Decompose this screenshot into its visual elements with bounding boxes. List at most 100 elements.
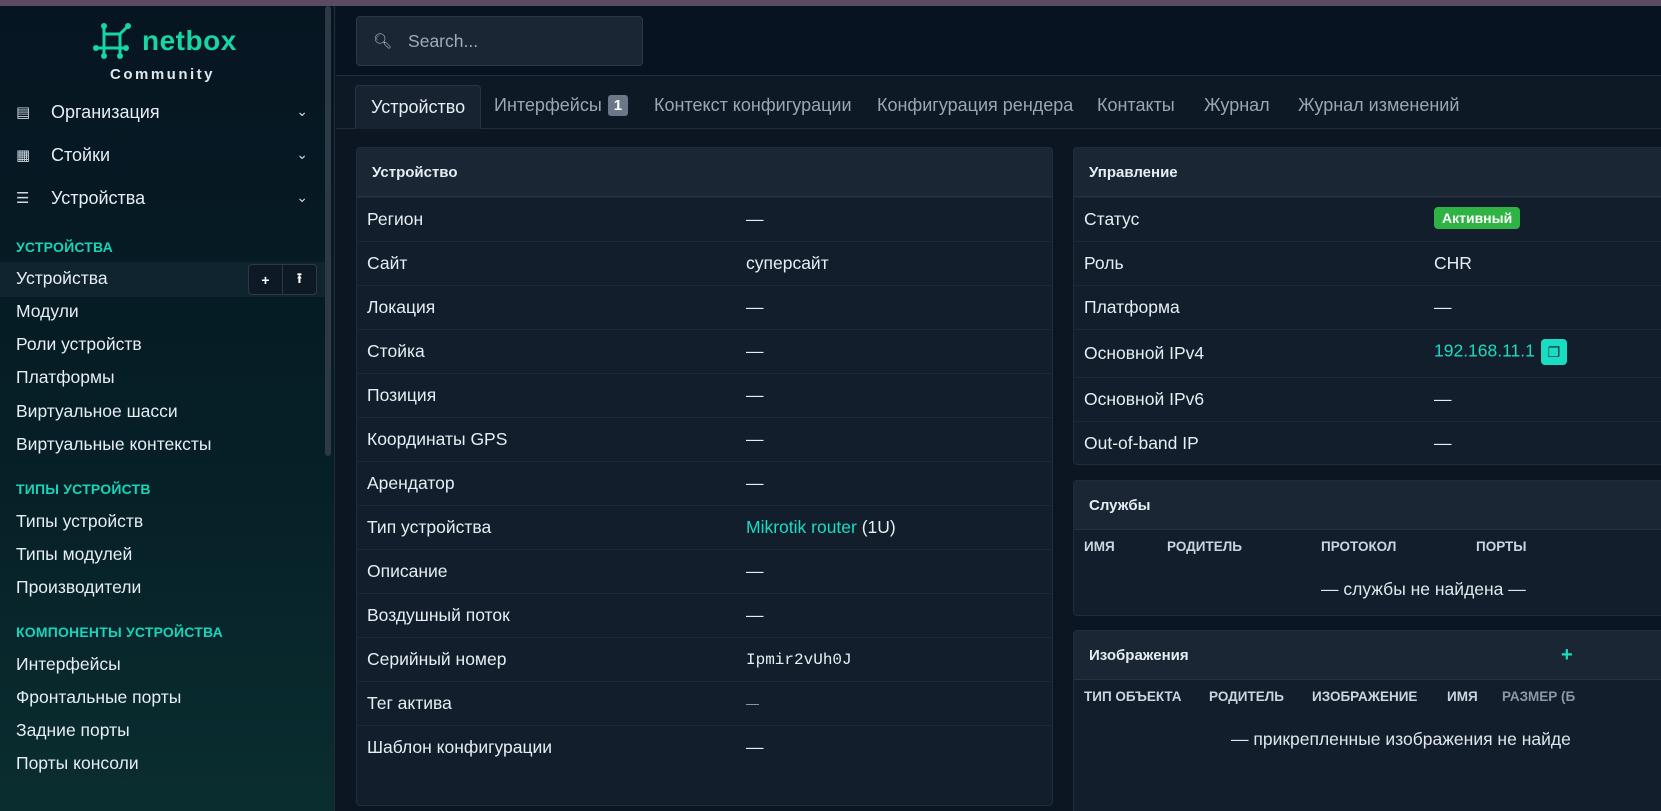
menu-label: Устройства [51,187,146,208]
sidebar-item-manufacturers[interactable]: Производители [16,577,141,598]
role-link[interactable]: CHR [1434,253,1472,274]
tab-contacts[interactable]: Контакты [1097,90,1175,120]
sidebar-item-front-ports[interactable]: Фронтальные порты [16,687,181,708]
row-value: — [746,341,764,361]
menu-label: Стойки [51,144,111,165]
row-value: Mikrotik router (1U) [746,517,896,538]
menu-racks[interactable]: ▦ Стойки ⌄ [0,134,325,176]
services-card: Службы ИМЯ РОДИТЕЛЬ ПРОТОКОЛ ПОРТЫ — слу… [1073,480,1661,616]
device-card: Устройство Регион — Сайт суперсайт Локация… [356,147,1053,806]
tab-interfaces[interactable]: Интерфейсы 1 [494,90,629,120]
sidebar-item-virtual-contexts[interactable]: Виртуальные контексты [16,434,211,455]
top-header: 🔍︎ Search... [336,6,1661,76]
tab-config-context[interactable]: Контекст конфигурации [654,90,852,120]
chevron-down-icon: ⌄ [296,189,308,205]
device-row-description: Описание — [357,549,1052,593]
row-label: Статус [1084,209,1140,229]
row-label: Шаблон конфигурации [367,737,553,757]
column-header[interactable]: ИЗОБРАЖЕНИЕ [1312,689,1417,704]
devices-actions: + ⭱ [248,264,317,295]
brand-name: netbox [142,25,237,56]
tab-label: Конфигурация рендера [877,94,1074,115]
column-header[interactable]: ИМЯ [1447,689,1478,704]
sidebar-item-device-roles[interactable]: Роли устройств [16,334,142,355]
main-content: 🔍︎ Search... Устройство Интерфейсы 1 Конт… [336,6,1661,811]
row-value: — [746,385,764,405]
row-label: Арендатор [367,473,455,493]
management-card-title: Управление [1074,148,1661,197]
tab-label: Устройство [371,97,466,117]
row-label: Воздушный поток [367,605,510,625]
search-input[interactable]: 🔍︎ Search... [356,16,643,66]
mgmt-row-ipv6: Основной IPv6 — [1074,377,1661,421]
images-card-title: Изображения + [1074,631,1661,680]
column-header[interactable]: РОДИТЕЛЬ [1209,689,1284,704]
device-type-link[interactable]: Mikrotik router [746,517,857,537]
device-type-height: (1U) [861,517,896,537]
ipv4-link[interactable]: 192.168.11.1 [1434,341,1535,361]
sidebar-item-rear-ports[interactable]: Задние порты [16,720,130,741]
menu-devices[interactable]: ☰ Устройства ⌄ [0,177,325,219]
row-value: — [1434,297,1452,317]
column-header[interactable]: ПОРТЫ [1476,539,1527,554]
row-value: — [746,297,764,317]
device-row-asset-tag: Тег актива — [357,681,1052,725]
site-link[interactable]: суперсайт [746,253,829,274]
row-label: Описание [367,561,448,581]
device-row-position: Позиция — [357,373,1052,417]
sidebar-item-module-types[interactable]: Типы модулей [16,544,132,565]
sidebar-item-modules[interactable]: Модули [16,301,79,322]
rack-icon: ▦ [16,147,31,164]
copy-icon[interactable]: ❐ [1540,339,1567,365]
device-row-device-type: Тип устройства Mikrotik router (1U) [357,505,1052,549]
row-label: Координаты GPS [367,429,508,449]
sidebar-item-platforms[interactable]: Платформы [16,367,115,388]
column-header[interactable]: РОДИТЕЛЬ [1167,539,1242,554]
section-device-types: ТИПЫ УСТРОЙСТВ [16,481,151,497]
organization-icon: ▤ [16,104,31,121]
sidebar-item-virtual-chassis[interactable]: Виртуальное шасси [16,401,178,422]
import-icon[interactable]: ⭱ [282,265,316,294]
netbox-logo[interactable]: netbox [92,20,237,62]
row-value: — [1434,389,1452,409]
column-header[interactable]: ИМЯ [1084,539,1115,554]
row-label: Out-of-band IP [1084,433,1199,453]
device-row-location: Локация — [357,285,1052,329]
device-row-tenant: Арендатор — [357,461,1052,505]
sidebar-item-device-types[interactable]: Типы устройств [16,511,143,532]
column-header[interactable]: РАЗМЕР (Б [1502,689,1575,704]
row-value: — [746,561,764,581]
column-header[interactable]: ПРОТОКОЛ [1321,539,1396,554]
tab-device[interactable]: Устройство [355,85,482,129]
device-card-title: Устройство [357,148,1052,197]
add-image-icon[interactable]: + [1561,644,1573,667]
row-label: Основной IPv6 [1084,389,1205,409]
mgmt-row-status: Статус Активный [1074,197,1661,241]
row-label: Локация [367,297,436,317]
row-label: Тег актива [367,693,452,713]
device-row-serial: Серийный номер Ipmir2vUh0J [357,637,1052,681]
sidebar-item-interfaces[interactable]: Интерфейсы [16,654,121,675]
row-label: Стойка [367,341,425,361]
chevron-down-icon: ⌄ [296,103,308,119]
row-label: Тип устройства [367,517,492,537]
add-icon[interactable]: + [249,265,282,294]
tab-render-config[interactable]: Конфигурация рендера [877,90,1073,120]
tab-journal[interactable]: Журнал [1204,90,1270,120]
device-row-region: Регион — [357,197,1052,241]
images-title-text: Изображения [1089,646,1189,664]
tab-label: Контекст конфигурации [654,94,852,115]
brand-edition: Community [110,66,215,83]
section-devices: УСТРОЙСТВА [16,239,113,255]
column-header[interactable]: ТИП ОБЪЕКТА [1084,689,1182,704]
sidebar-item-devices[interactable]: Устройства [16,268,108,289]
sidebar-scrollbar[interactable] [325,6,331,456]
tab-label: Журнал изменений [1298,94,1460,115]
mgmt-row-role: Роль CHR [1074,241,1661,285]
row-label: Роль [1084,253,1124,273]
row-label: Серийный номер [367,649,507,669]
device-row-rack: Стойка — [357,329,1052,373]
tab-changelog[interactable]: Журнал изменений [1298,90,1459,120]
sidebar-item-console-ports[interactable]: Порты консоли [16,753,139,774]
menu-organization[interactable]: ▤ Организация ⌄ [0,91,325,133]
